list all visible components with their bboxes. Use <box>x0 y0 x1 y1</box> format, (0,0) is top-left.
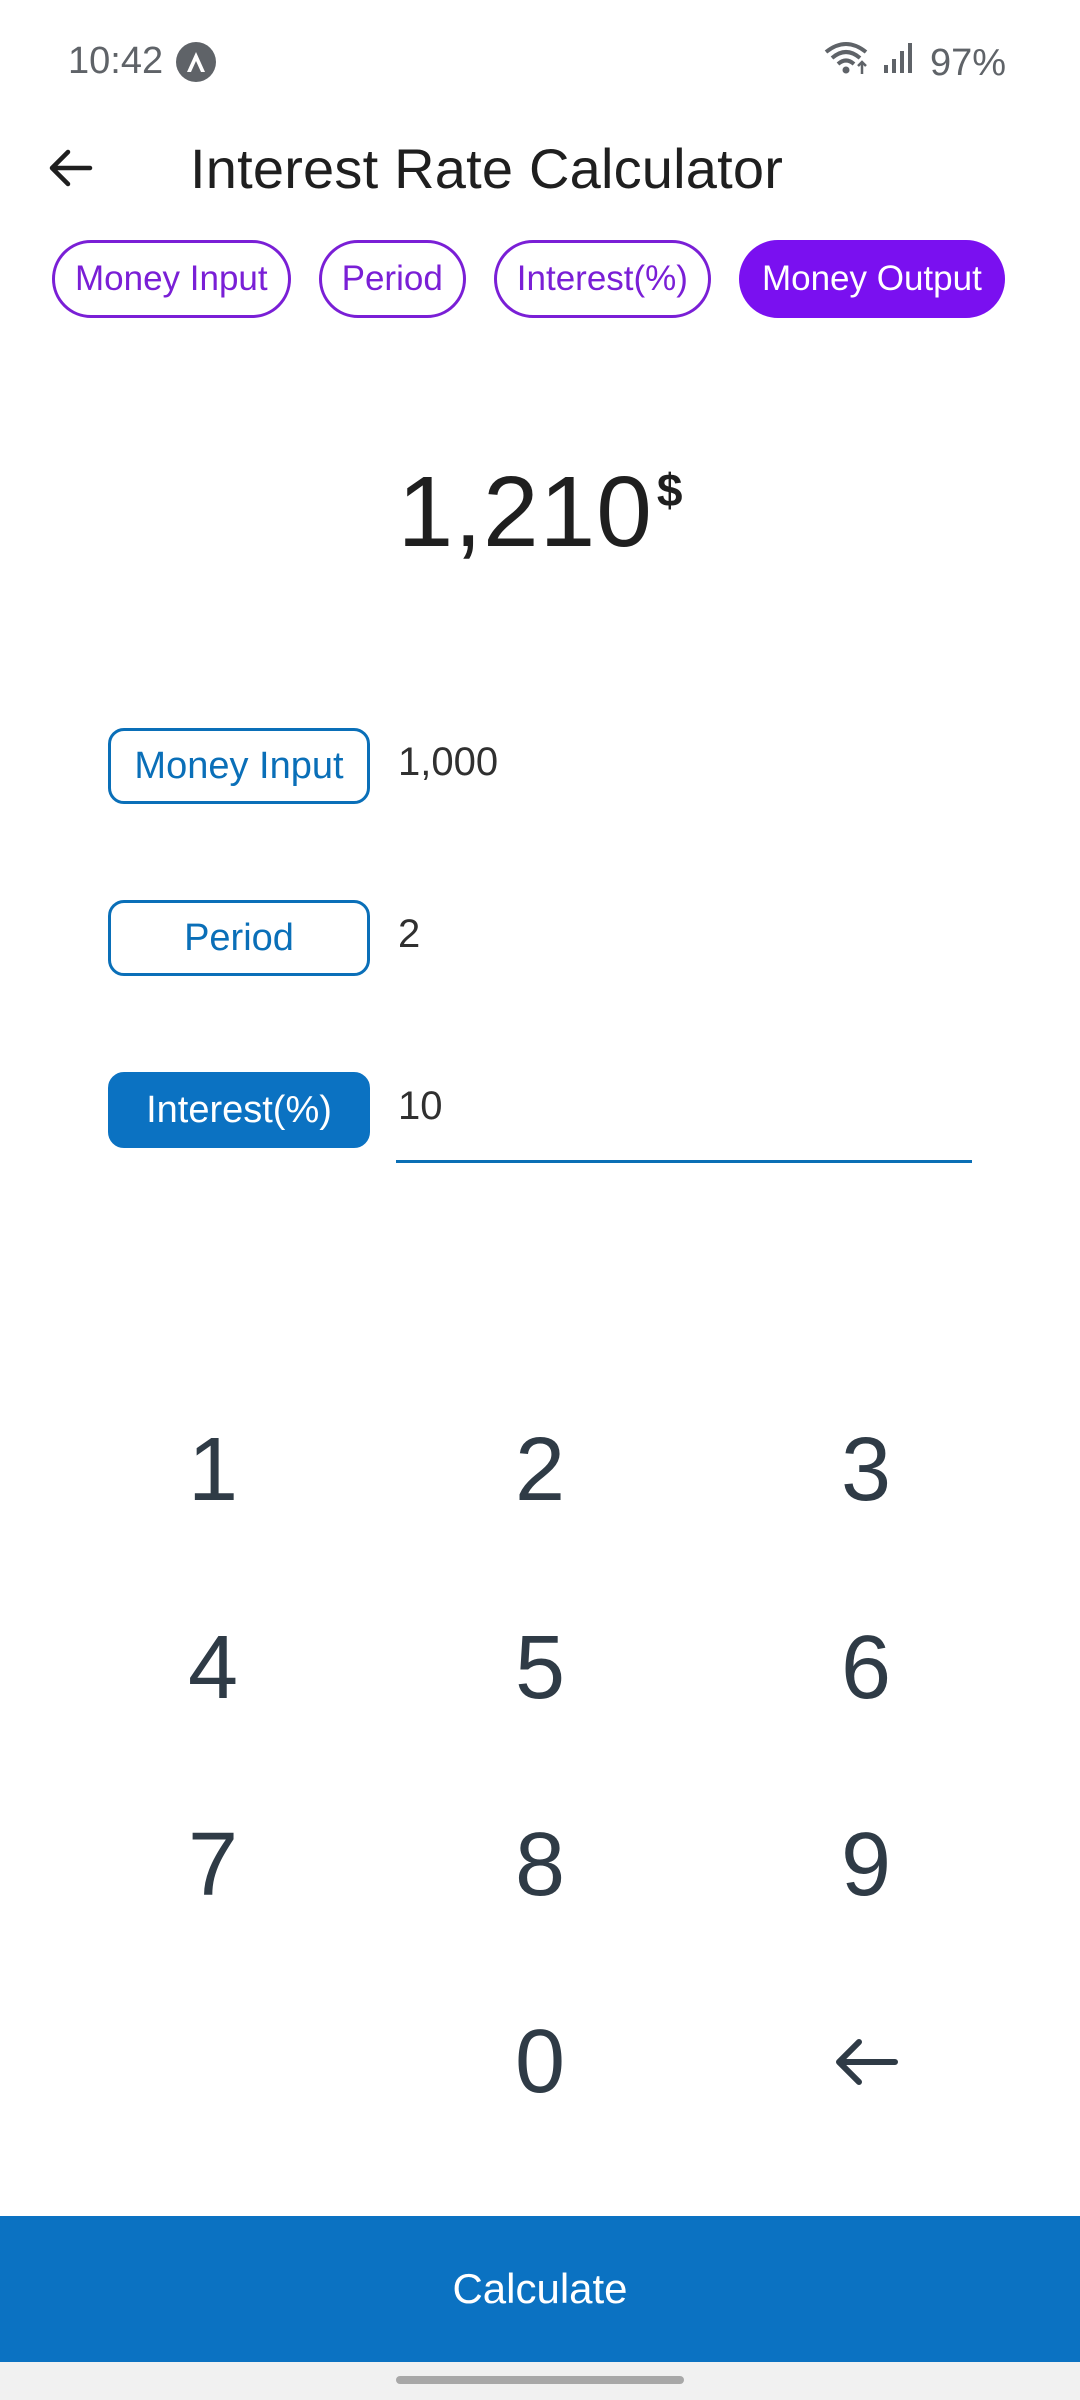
field-value-money-input[interactable]: 1,000 <box>398 740 498 785</box>
field-row-period: Period 2 <box>108 900 972 978</box>
field-label-period[interactable]: Period <box>108 900 370 976</box>
result-value: 1,210 <box>397 456 653 568</box>
key-2[interactable]: 2 <box>420 1385 660 1555</box>
backspace-arrow-icon <box>833 2034 899 2090</box>
key-1[interactable]: 1 <box>93 1385 333 1555</box>
status-bar: 10:42 97% <box>0 0 1080 126</box>
page-title: Interest Rate Calculator <box>190 137 784 200</box>
key-0[interactable]: 0 <box>420 1977 660 2147</box>
field-value-period[interactable]: 2 <box>398 912 420 957</box>
result-unit: $ <box>656 464 683 516</box>
field-value-interest[interactable]: 10 <box>398 1084 443 1129</box>
chip-money-input[interactable]: Money Input <box>52 240 291 318</box>
navigation-bar <box>0 2362 1080 2400</box>
field-row-interest: Interest(%) 10 <box>108 1072 972 1163</box>
mode-chip-group: Money Input Period Interest(%) Money Out… <box>52 240 1005 318</box>
key-backspace[interactable] <box>746 1977 986 2147</box>
key-8[interactable]: 8 <box>420 1780 660 1950</box>
status-icons: 97% <box>824 40 1006 86</box>
key-5[interactable]: 5 <box>420 1583 660 1753</box>
arrow-left-icon <box>46 144 94 197</box>
home-indicator[interactable] <box>396 2376 684 2384</box>
result-display: 1,210$ <box>0 455 1080 570</box>
key-7[interactable]: 7 <box>93 1780 333 1950</box>
back-button[interactable] <box>40 140 100 200</box>
status-time: 10:42 <box>68 40 164 82</box>
key-4[interactable]: 4 <box>93 1583 333 1753</box>
signal-icon <box>882 41 916 85</box>
field-row-money-input: Money Input 1,000 <box>108 728 972 806</box>
chip-money-output[interactable]: Money Output <box>738 240 1005 318</box>
active-field-underline <box>396 1160 972 1163</box>
chip-interest[interactable]: Interest(%) <box>493 240 711 318</box>
battery-level: 97% <box>929 41 1006 84</box>
chip-period[interactable]: Period <box>318 240 466 318</box>
key-9[interactable]: 9 <box>746 1780 986 1950</box>
app-notification-icon <box>176 42 216 82</box>
key-6[interactable]: 6 <box>746 1583 986 1753</box>
calculate-button[interactable]: Calculate <box>0 2216 1080 2362</box>
field-label-money-input[interactable]: Money Input <box>108 728 370 804</box>
app-bar: Interest Rate Calculator <box>0 126 1080 226</box>
wifi-icon <box>824 40 868 86</box>
key-3[interactable]: 3 <box>746 1385 986 1555</box>
field-label-interest[interactable]: Interest(%) <box>108 1072 370 1148</box>
